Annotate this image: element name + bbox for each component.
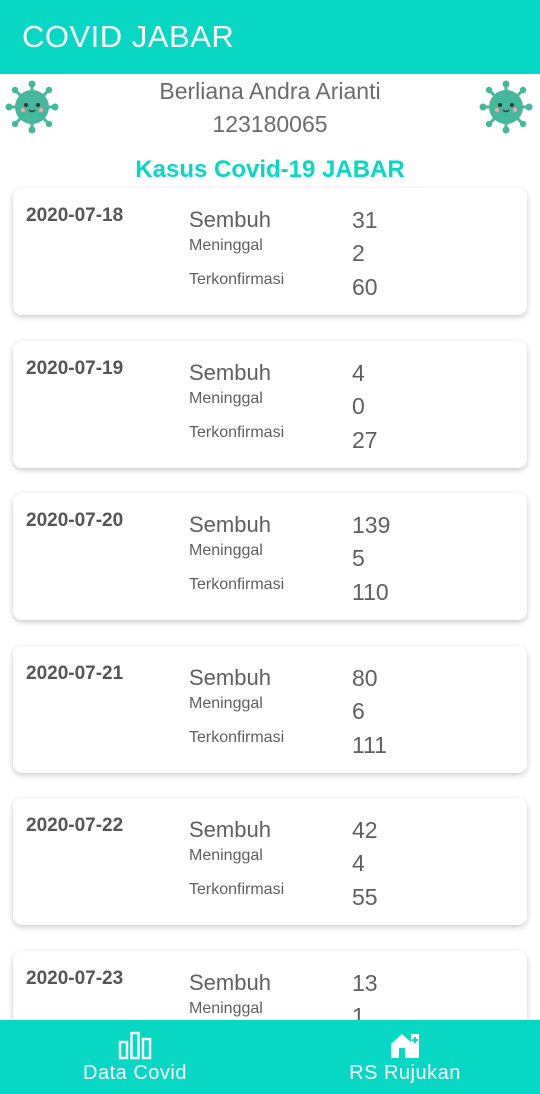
terkonfirmasi-value: 111 (352, 732, 387, 758)
app-title: COVID JABAR (22, 19, 235, 54)
profile-header: Berliana Andra Arianti 123180065 (0, 74, 540, 158)
section-title: Kasus Covid-19 JABAR (135, 156, 405, 183)
meninggal-value: 6 (352, 698, 365, 724)
case-date: 2020-07-21 (26, 663, 124, 684)
sembuh-label: Sembuh (189, 207, 271, 232)
terkonfirmasi-label: Terkonfirmasi (189, 271, 285, 288)
sembuh-label: Sembuh (189, 817, 271, 842)
sembuh-value: 80 (352, 665, 378, 691)
meninggal-value: 0 (352, 393, 365, 419)
terkonfirmasi-value: 60 (352, 274, 378, 300)
case-card[interactable]: 2020-07-22 Sembuh Meninggal Terkonfirmas… (13, 798, 527, 925)
terkonfirmasi-label: Terkonfirmasi (189, 881, 285, 898)
meninggal-label: Meninggal (189, 1000, 263, 1017)
case-card[interactable]: 2020-07-23 Sembuh Meninggal Terkonfirmas… (13, 951, 527, 1020)
meninggal-label: Meninggal (189, 390, 263, 407)
case-date: 2020-07-23 (26, 968, 124, 989)
terkonfirmasi-value: 55 (352, 884, 378, 910)
case-date: 2020-07-20 (26, 510, 124, 531)
terkonfirmasi-label: Terkonfirmasi (189, 424, 285, 441)
terkonfirmasi-label: Terkonfirmasi (189, 729, 285, 746)
case-card[interactable]: 2020-07-18 Sembuh Meninggal Terkonfirmas… (13, 188, 527, 315)
meninggal-value: 2 (352, 240, 365, 266)
terkonfirmasi-value: 27 (352, 427, 378, 453)
sembuh-label: Sembuh (189, 512, 271, 537)
sembuh-label: Sembuh (189, 665, 271, 690)
terkonfirmasi-value: 110 (352, 579, 389, 605)
case-card[interactable]: 2020-07-19 Sembuh Meninggal Terkonfirmas… (13, 341, 527, 468)
nav-label: Data Covid (83, 1062, 187, 1084)
nav-data-covid[interactable]: Data Covid (0, 1020, 270, 1094)
case-list[interactable]: 2020-07-18 Sembuh Meninggal Terkonfirmas… (0, 186, 540, 1020)
sembuh-value: 4 (352, 360, 365, 386)
profile-name: Berliana Andra Arianti (159, 78, 381, 104)
case-card[interactable]: 2020-07-21 Sembuh Meninggal Terkonfirmas… (13, 646, 527, 773)
meninggal-value: 4 (352, 850, 365, 876)
meninggal-value: 1 (352, 1003, 365, 1020)
meninggal-label: Meninggal (189, 847, 263, 864)
hospital-icon (391, 1034, 419, 1058)
bottom-navigation: Data Covid RS Rujukan (0, 1020, 540, 1094)
case-card[interactable]: 2020-07-20 Sembuh Meninggal Terkonfirmas… (13, 493, 527, 620)
sembuh-value: 13 (352, 970, 378, 996)
case-date: 2020-07-19 (26, 358, 124, 379)
sembuh-label: Sembuh (189, 970, 271, 995)
profile-id: 123180065 (212, 111, 328, 137)
meninggal-label: Meninggal (189, 237, 263, 254)
terkonfirmasi-label: Terkonfirmasi (189, 576, 285, 593)
sembuh-value: 42 (352, 817, 378, 843)
bar-chart-icon (118, 1031, 152, 1060)
meninggal-value: 5 (352, 545, 365, 571)
meninggal-label: Meninggal (189, 542, 263, 559)
sembuh-value: 139 (352, 512, 391, 538)
app-bar: COVID JABAR (0, 0, 540, 74)
sembuh-value: 31 (352, 207, 378, 233)
sembuh-label: Sembuh (189, 360, 271, 385)
meninggal-label: Meninggal (189, 695, 263, 712)
nav-rs-rujukan[interactable]: RS Rujukan (270, 1020, 540, 1094)
virus-icon (479, 80, 533, 134)
nav-label: RS Rujukan (349, 1062, 461, 1084)
case-date: 2020-07-22 (26, 815, 124, 836)
case-date: 2020-07-18 (26, 205, 124, 226)
